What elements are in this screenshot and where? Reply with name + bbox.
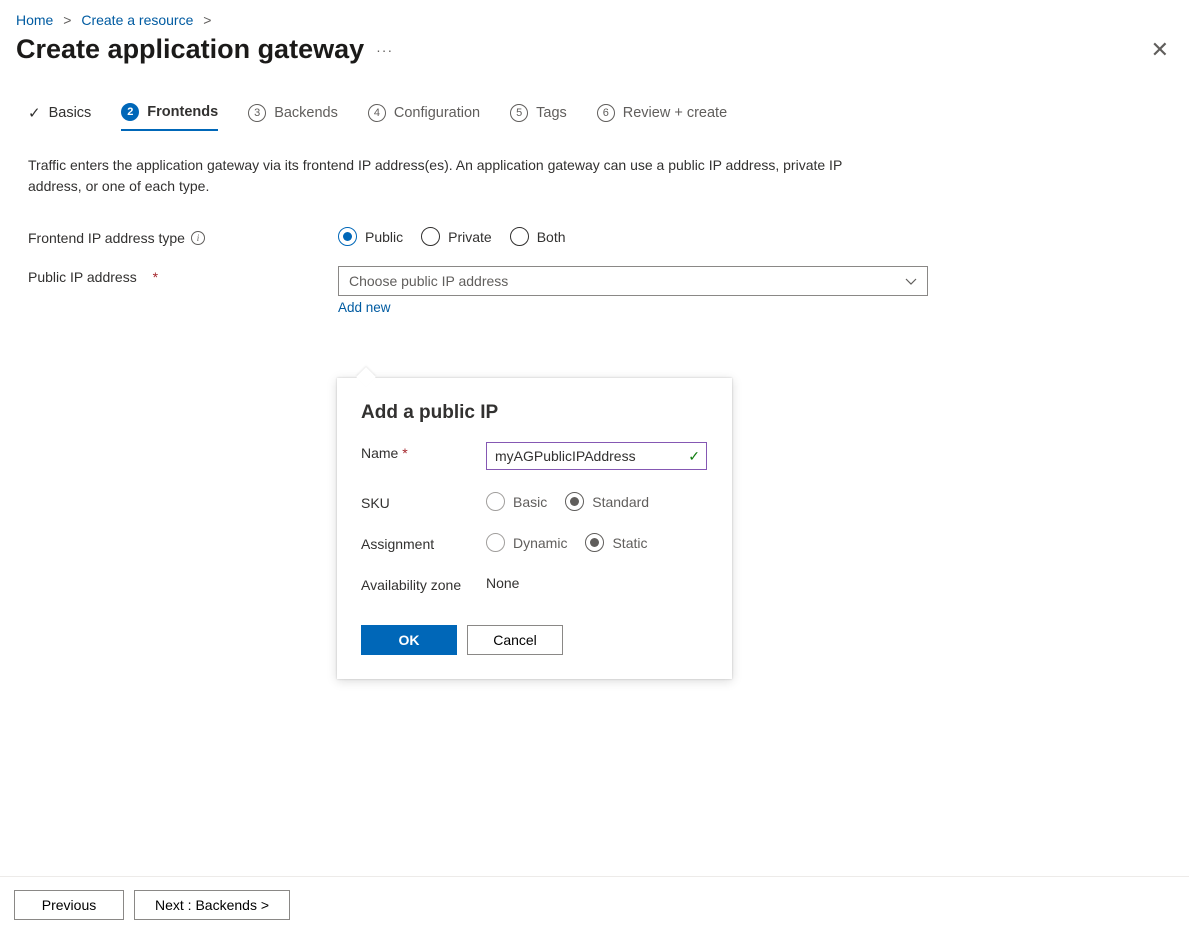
tab-label: Review + create [623, 105, 727, 121]
step-number-icon: 5 [510, 104, 528, 122]
breadcrumb-home[interactable]: Home [16, 12, 53, 28]
tab-label: Backends [274, 105, 338, 121]
wizard-footer: Previous Next : Backends > [0, 876, 1189, 933]
breadcrumb-create-resource[interactable]: Create a resource [81, 12, 193, 28]
add-new-link[interactable]: Add new [338, 296, 928, 315]
more-actions-icon[interactable]: ··· [376, 42, 393, 58]
page-header: Create application gateway ··· ✕ [0, 28, 1189, 65]
availability-zone-label: Availability zone [361, 574, 486, 593]
tab-configuration[interactable]: 4 Configuration [368, 104, 480, 130]
step-number-icon: 3 [248, 104, 266, 122]
tab-label: Basics [49, 105, 92, 121]
tab-basics[interactable]: ✓ Basics [28, 104, 91, 130]
close-icon[interactable]: ✕ [1151, 37, 1169, 63]
radio-sku-basic: Basic [486, 492, 547, 511]
tab-label: Tags [536, 105, 567, 121]
step-number-icon: 2 [121, 103, 139, 121]
tab-label: Frontends [147, 104, 218, 120]
page-title: Create application gateway [16, 34, 364, 65]
radio-assignment-dynamic: Dynamic [486, 533, 567, 552]
radio-both[interactable]: Both [510, 227, 566, 246]
radio-assignment-static: Static [585, 533, 647, 552]
checkmark-icon: ✓ [28, 104, 41, 122]
callout-title: Add a public IP [361, 402, 708, 424]
breadcrumb-separator: > [63, 12, 71, 28]
radio-sku-standard: Standard [565, 492, 649, 511]
info-icon[interactable]: i [191, 231, 205, 245]
next-button[interactable]: Next : Backends > [134, 890, 290, 920]
wizard-tabs: ✓ Basics 2 Frontends 3 Backends 4 Config… [0, 65, 1189, 131]
tab-description: Traffic enters the application gateway v… [0, 131, 880, 197]
radio-private[interactable]: Private [421, 227, 492, 246]
ok-button[interactable]: OK [361, 625, 457, 655]
tab-tags[interactable]: 5 Tags [510, 104, 567, 130]
tab-label: Configuration [394, 105, 480, 121]
step-number-icon: 4 [368, 104, 386, 122]
tab-frontends[interactable]: 2 Frontends [121, 103, 218, 131]
tab-review[interactable]: 6 Review + create [597, 104, 727, 130]
public-ip-label: Public IP address * [28, 266, 338, 285]
frontend-ip-type-group: Public Private Both [338, 227, 566, 246]
name-label: Name * [361, 442, 486, 461]
frontend-ip-type-label: Frontend IP address type i [28, 227, 338, 246]
availability-zone-value: None [486, 574, 519, 591]
sku-label: SKU [361, 492, 486, 511]
tab-backends[interactable]: 3 Backends [248, 104, 338, 130]
radio-public[interactable]: Public [338, 227, 403, 246]
previous-button[interactable]: Previous [14, 890, 124, 920]
chevron-down-icon [905, 278, 917, 285]
add-public-ip-callout: Add a public IP Name * ✓ SKU Basic Stand… [337, 378, 732, 679]
select-placeholder: Choose public IP address [349, 273, 508, 289]
name-input[interactable] [486, 442, 707, 470]
cancel-button[interactable]: Cancel [467, 625, 563, 655]
breadcrumb: Home > Create a resource > [0, 0, 1189, 28]
step-number-icon: 6 [597, 104, 615, 122]
public-ip-select[interactable]: Choose public IP address [338, 266, 928, 296]
form-area: Frontend IP address type i Public Privat… [0, 197, 1189, 315]
breadcrumb-separator: > [203, 12, 211, 28]
valid-check-icon: ✓ [688, 448, 700, 465]
assignment-label: Assignment [361, 533, 486, 552]
